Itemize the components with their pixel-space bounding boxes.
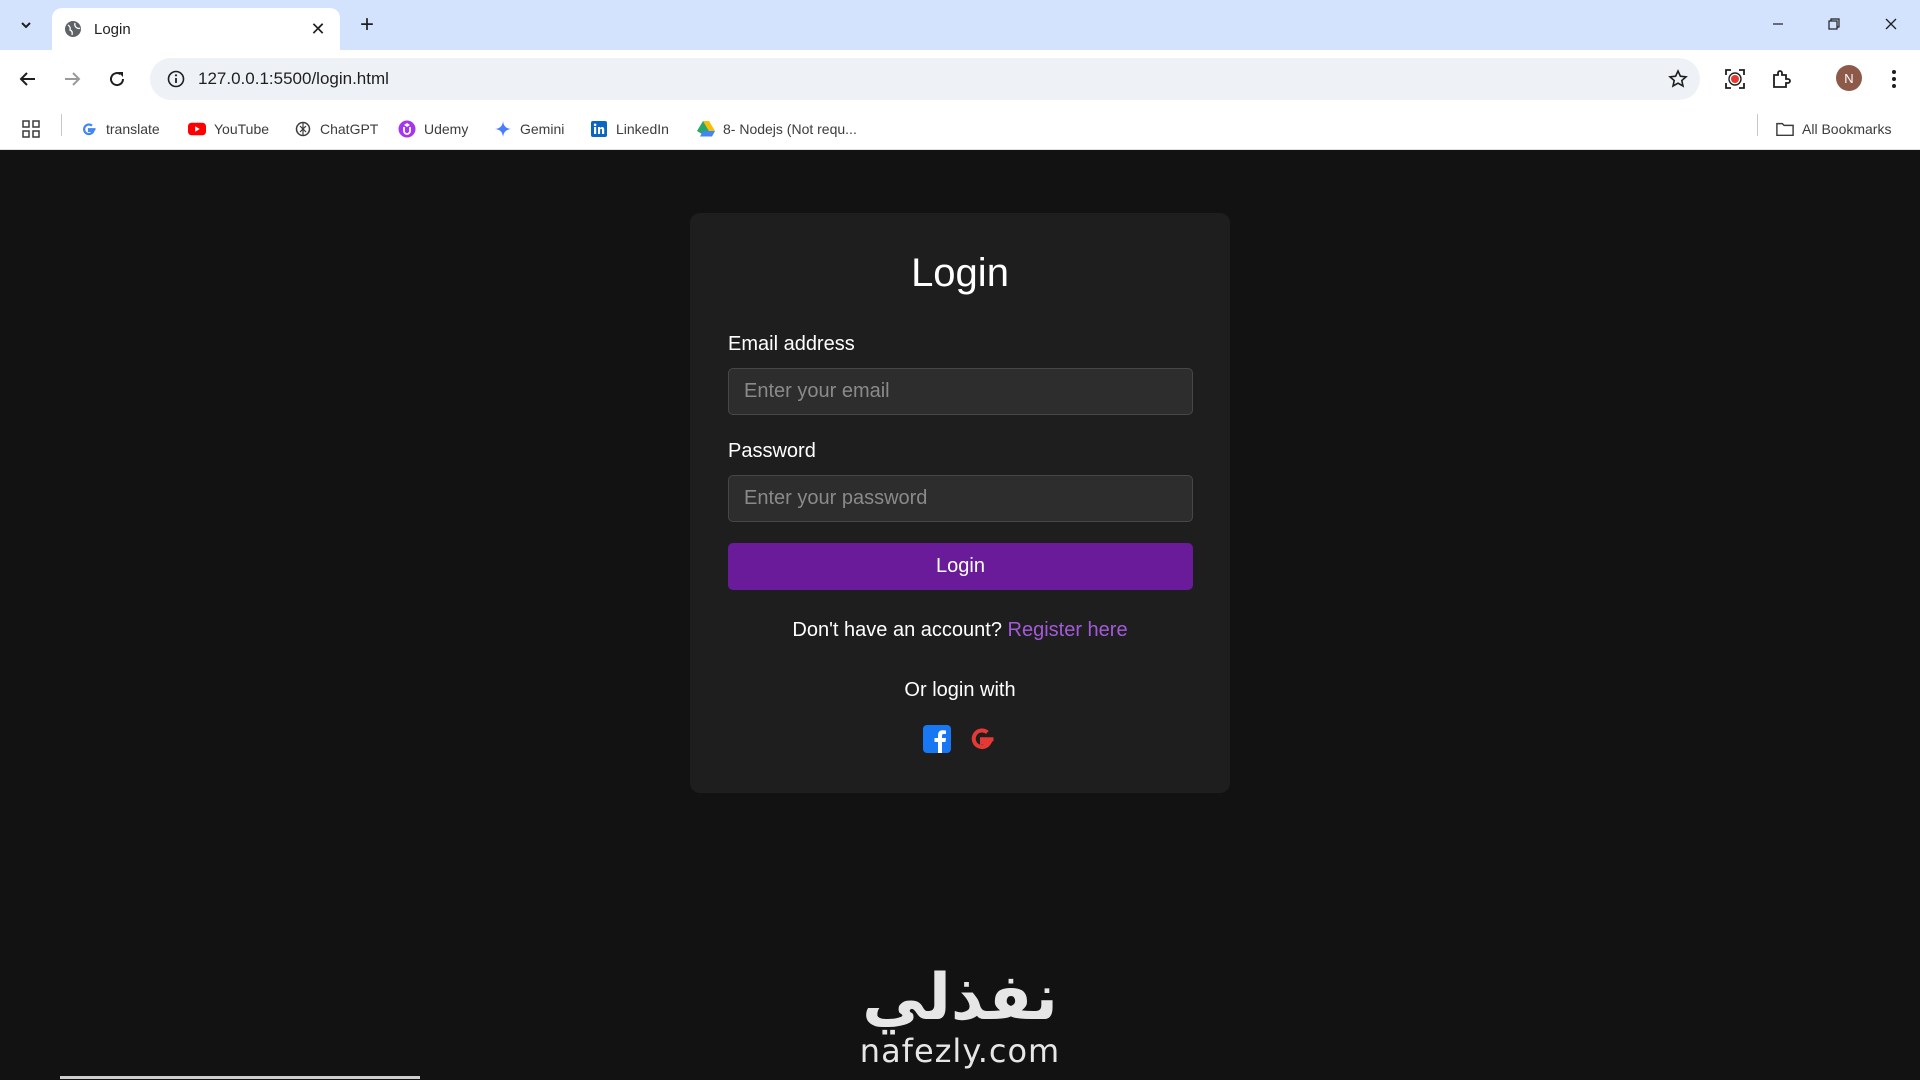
restore-icon (1828, 18, 1840, 30)
bookmark-linkedin[interactable]: LinkedIn (590, 118, 669, 140)
bookmark-label: 8- Nodejs (Not requ... (723, 121, 857, 137)
bookmark-youtube[interactable]: YouTube (188, 118, 269, 140)
screen-capture-icon (1725, 69, 1745, 89)
password-field[interactable] (728, 475, 1193, 522)
watermark-latin: nafezly.com (859, 1032, 1061, 1070)
all-bookmarks-label: All Bookmarks (1802, 121, 1892, 137)
tab-title: Login (94, 20, 131, 38)
register-link[interactable]: Register here (1008, 619, 1128, 641)
udemy-icon (398, 120, 416, 138)
all-bookmarks-button[interactable]: All Bookmarks (1776, 118, 1891, 140)
tab-strip: Login ✕ + (0, 0, 1920, 50)
watermark-logo: نفذلي nafezly.com (830, 963, 1090, 1069)
reload-icon (110, 72, 125, 87)
bookmark-label: Gemini (520, 121, 565, 137)
apps-button[interactable] (22, 118, 40, 140)
bookmark-label: ChatGPT (320, 121, 379, 137)
register-prompt: Don't have an account? (792, 619, 1002, 641)
chevron-down-icon (21, 22, 31, 29)
extensions-button[interactable] (1766, 64, 1796, 94)
chatgpt-icon (294, 120, 312, 138)
bookmark-udemy[interactable]: Udemy (398, 118, 468, 140)
bookmarks-divider (1757, 114, 1758, 136)
folder-icon (1776, 120, 1794, 138)
youtube-icon (188, 120, 206, 138)
email-label: Email address (728, 333, 855, 355)
page-title: Login (911, 251, 1009, 295)
bookmark-label: LinkedIn (616, 121, 669, 137)
google-drive-icon (697, 120, 715, 138)
google-icon (971, 728, 994, 750)
arrow-right-icon (65, 72, 81, 86)
arrow-left-icon (19, 72, 35, 86)
bookmark-gemini[interactable]: Gemini (494, 118, 564, 140)
close-tab-icon[interactable]: ✕ (308, 19, 328, 40)
bookmark-chatgpt[interactable]: ChatGPT (294, 118, 378, 140)
bookmark-label: translate (106, 121, 160, 137)
close-window-button[interactable] (1868, 8, 1914, 40)
google-login-button[interactable] (966, 723, 998, 755)
back-button[interactable] (13, 64, 43, 94)
forward-button[interactable] (57, 64, 87, 94)
close-icon (1885, 18, 1897, 30)
puzzle-icon (1773, 70, 1791, 88)
bookmark-nodejs[interactable]: 8- Nodejs (Not requ... (697, 118, 857, 140)
linkedin-icon (590, 120, 608, 138)
reload-button[interactable] (102, 64, 132, 94)
password-label: Password (728, 440, 816, 462)
horizontal-scrollbar[interactable] (60, 1076, 420, 1079)
social-login-prompt: Or login with (904, 679, 1016, 701)
restore-button[interactable] (1811, 8, 1857, 40)
site-info-icon[interactable] (154, 70, 198, 88)
profile-avatar[interactable]: N (1836, 65, 1862, 91)
apps-grid-icon (22, 120, 40, 138)
watermark-arabic: نفذلي (862, 961, 1058, 1035)
tab-search-button[interactable] (10, 10, 42, 40)
kebab-menu-icon (1892, 70, 1896, 88)
menu-button[interactable] (1879, 64, 1909, 94)
google-icon (80, 120, 98, 138)
facebook-icon (923, 725, 951, 753)
bookmark-label: YouTube (214, 121, 270, 137)
minimize-button[interactable] (1755, 8, 1801, 40)
email-field[interactable] (728, 368, 1193, 415)
gemini-icon (494, 120, 512, 138)
bookmarks-divider (61, 114, 62, 136)
screen-capture-button[interactable] (1720, 64, 1750, 94)
globe-icon (65, 21, 81, 37)
minimize-icon (1773, 23, 1783, 25)
bookmark-translate[interactable]: translate (80, 118, 160, 140)
facebook-login-button[interactable] (921, 723, 953, 755)
browser-toolbar: 127.0.0.1:5500/login.html (0, 50, 1920, 108)
address-bar[interactable]: 127.0.0.1:5500/login.html (150, 58, 1700, 100)
bookmark-star-icon[interactable] (1656, 69, 1700, 89)
register-line: Don't have an account? Register here (690, 619, 1230, 642)
new-tab-button[interactable]: + (353, 11, 381, 39)
url-text: 127.0.0.1:5500/login.html (198, 69, 389, 88)
bookmarks-bar: translate YouTube ChatGPT Udemy Gemini L… (0, 108, 1920, 150)
login-button[interactable]: Login (728, 543, 1193, 590)
bookmark-label: Udemy (424, 121, 469, 137)
browser-tab[interactable]: Login ✕ (52, 8, 340, 50)
login-card: Login Email address Password Login Don't… (690, 213, 1230, 793)
page-viewport: Login Email address Password Login Don't… (0, 151, 1920, 1080)
